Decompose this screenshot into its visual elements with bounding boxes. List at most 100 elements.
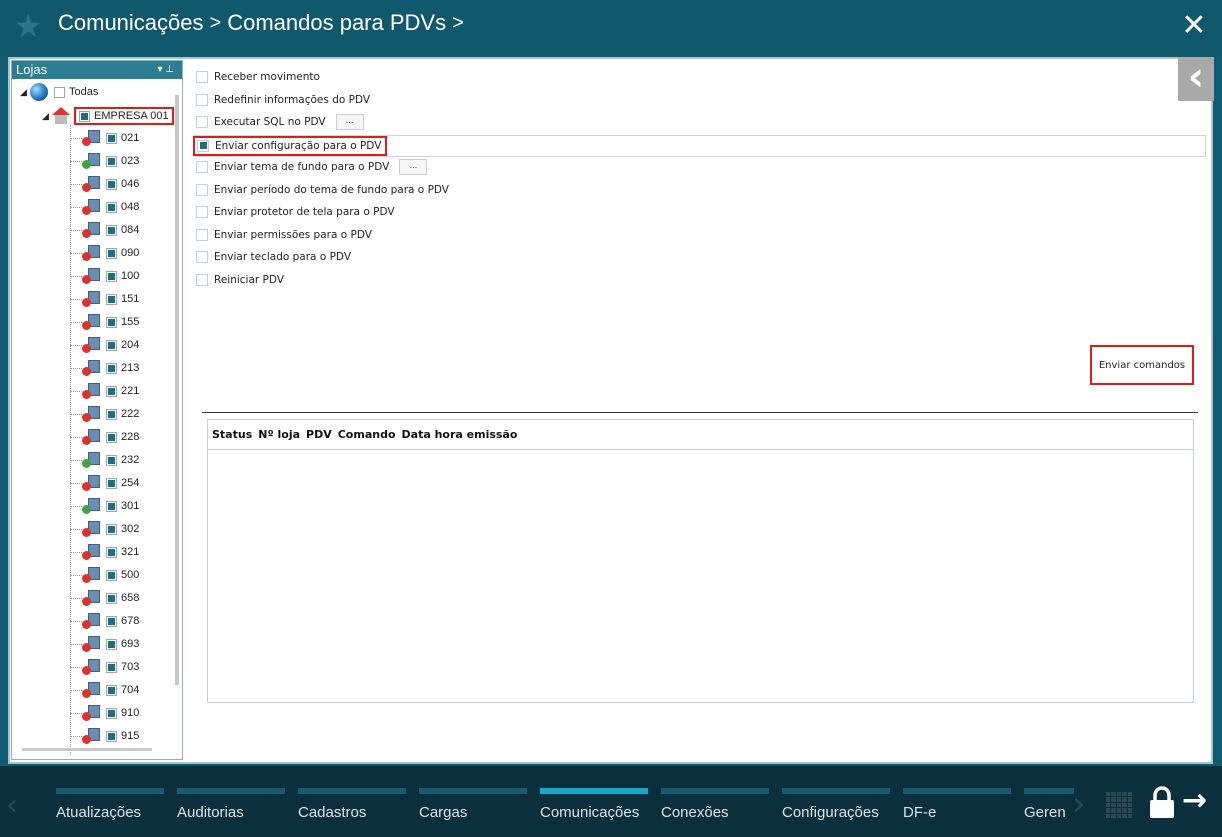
tree-pdv-node[interactable]: 204 — [82, 334, 139, 356]
grid-column-header[interactable]: Comando — [338, 428, 396, 441]
nav-item[interactable]: Configurações — [782, 788, 890, 828]
collapse-arrow-icon[interactable]: ◢ — [20, 87, 30, 98]
tree-pdv-checkbox[interactable] — [106, 201, 117, 213]
grid-column-header[interactable]: Nº loja — [258, 428, 300, 441]
command-checkbox[interactable] — [196, 251, 208, 263]
command-item[interactable]: Enviar período do tema de fundo para o P… — [196, 181, 449, 199]
close-icon[interactable]: ✕ — [1180, 11, 1208, 41]
command-options-button[interactable]: ... — [399, 159, 428, 175]
tree-pdv-checkbox[interactable] — [106, 362, 117, 374]
tree-pdv-node[interactable]: 910 — [82, 702, 139, 724]
command-options-button[interactable]: ... — [335, 114, 364, 130]
tree-pdv-node[interactable]: 100 — [82, 265, 139, 287]
command-checkbox[interactable] — [197, 139, 209, 152]
tree-pdv-checkbox[interactable] — [106, 178, 117, 190]
tree-pdv-checkbox[interactable] — [106, 408, 117, 420]
tree-pdv-checkbox[interactable] — [106, 523, 117, 535]
command-item[interactable]: Redefinir informações do PDV — [196, 91, 370, 109]
tree-pdv-checkbox[interactable] — [106, 638, 117, 650]
tree-pdv-checkbox[interactable] — [106, 132, 117, 144]
nav-item[interactable]: Atualizações — [56, 788, 164, 828]
tree-pdv-node[interactable]: 084 — [82, 219, 139, 241]
tree-pdv-checkbox[interactable] — [106, 730, 117, 742]
breadcrumb-item-2[interactable]: Comandos para PDVs — [227, 10, 446, 36]
collapse-panel-arrow-icon[interactable]: ‹ — [1178, 57, 1214, 101]
apps-grid-icon[interactable] — [1106, 792, 1132, 818]
tree-pdv-checkbox[interactable] — [106, 385, 117, 397]
command-checkbox[interactable] — [196, 161, 208, 173]
tree-pdv-node[interactable]: 213 — [82, 357, 139, 379]
tree-pdv-checkbox[interactable] — [106, 707, 117, 719]
tree-pdv-checkbox[interactable] — [106, 615, 117, 627]
command-item[interactable]: Executar SQL no PDV... — [196, 113, 364, 131]
pin-icon[interactable]: ▾ ⊥ — [157, 61, 174, 79]
nav-item[interactable]: Cadastros — [298, 788, 406, 828]
tree-pdv-checkbox[interactable] — [106, 592, 117, 604]
command-checkbox[interactable] — [196, 206, 208, 218]
tree-pdv-node[interactable]: 021 — [82, 127, 139, 149]
grid-column-header[interactable]: Status — [212, 428, 252, 441]
tree-company-node[interactable]: ◢ EMPRESA 001 — [42, 105, 174, 127]
tree-pdv-node[interactable]: 228 — [82, 426, 139, 448]
send-commands-button[interactable]: Enviar comandos — [1090, 345, 1194, 385]
command-checkbox[interactable] — [196, 228, 208, 241]
tree-horizontal-scrollbar[interactable] — [14, 746, 174, 752]
command-item[interactable]: Enviar permissões para o PDV — [196, 226, 372, 244]
tree-pdv-node[interactable]: 048 — [82, 196, 139, 218]
tree-pdv-node[interactable]: 046 — [82, 173, 139, 195]
tree-pdv-node[interactable]: 678 — [82, 610, 139, 632]
tree-pdv-checkbox[interactable] — [106, 569, 117, 581]
command-checkbox[interactable] — [196, 93, 208, 106]
command-checkbox[interactable] — [196, 183, 208, 196]
nav-left-arrow-icon[interactable]: ‹ — [6, 788, 18, 823]
favorite-star-icon[interactable]: ★ — [14, 10, 46, 42]
nav-item[interactable]: Conexões — [661, 788, 769, 828]
command-item[interactable]: Enviar teclado para o PDV — [196, 248, 351, 266]
tree-pdv-checkbox[interactable] — [106, 546, 117, 558]
grid-column-header[interactable]: PDV — [306, 428, 332, 441]
tree-pdv-checkbox[interactable] — [106, 339, 117, 351]
tree-pdv-node[interactable]: 693 — [82, 633, 139, 655]
grid-column-header[interactable]: Data hora emissão — [402, 428, 518, 441]
tree-pdv-checkbox[interactable] — [106, 684, 117, 696]
command-item[interactable]: Enviar tema de fundo para o PDV... — [196, 158, 428, 176]
nav-item[interactable]: Geren — [1024, 788, 1074, 828]
tree-vertical-scrollbar[interactable] — [174, 83, 180, 749]
command-checkbox[interactable] — [196, 71, 208, 83]
nav-item[interactable]: DF-e — [903, 788, 1011, 828]
nav-right-arrow-icon[interactable]: › — [1072, 784, 1086, 824]
nav-item[interactable]: Comunicações — [540, 788, 648, 828]
command-item[interactable]: Reiniciar PDV — [196, 271, 284, 289]
lock-icon[interactable] — [1148, 786, 1176, 820]
tree-pdv-checkbox[interactable] — [106, 247, 117, 259]
tree-pdv-checkbox[interactable] — [106, 316, 117, 328]
tree-pdv-node[interactable]: 302 — [82, 518, 139, 540]
tree-pdv-node[interactable]: 658 — [82, 587, 139, 609]
tree-pdv-node[interactable]: 915 — [82, 725, 139, 747]
logout-arrow-icon[interactable]: → — [1182, 786, 1214, 816]
tree-root-node[interactable]: ◢ Todas — [20, 81, 98, 103]
tree-pdv-checkbox[interactable] — [106, 224, 117, 236]
tree-pdv-checkbox[interactable] — [106, 270, 117, 282]
nav-item[interactable]: Auditorias — [177, 788, 285, 828]
tree-pdv-node[interactable]: 321 — [82, 541, 139, 563]
tree-pdv-checkbox[interactable] — [106, 155, 117, 167]
command-checkbox[interactable] — [196, 116, 208, 128]
collapse-arrow-icon[interactable]: ◢ — [42, 111, 52, 122]
breadcrumb-item-1[interactable]: Comunicações — [58, 10, 204, 36]
tree-pdv-node[interactable]: 151 — [82, 288, 139, 310]
tree-pdv-node[interactable]: 222 — [82, 403, 139, 425]
tree-pdv-node[interactable]: 500 — [82, 564, 139, 586]
tree-root-checkbox[interactable] — [54, 86, 65, 98]
tree-company-checkbox[interactable] — [79, 110, 90, 122]
tree-pdv-checkbox[interactable] — [106, 293, 117, 305]
tree-pdv-node[interactable]: 301 — [82, 495, 139, 517]
command-checkbox[interactable] — [196, 273, 208, 286]
tree-pdv-checkbox[interactable] — [106, 431, 117, 443]
tree-pdv-node[interactable]: 232 — [82, 449, 139, 471]
tree-pdv-checkbox[interactable] — [106, 454, 117, 466]
tree-pdv-node[interactable]: 090 — [82, 242, 139, 264]
tree-pdv-node[interactable]: 703 — [82, 656, 139, 678]
tree-pdv-checkbox[interactable] — [106, 477, 117, 489]
command-item[interactable]: Enviar configuração para o PDV — [193, 134, 1206, 157]
